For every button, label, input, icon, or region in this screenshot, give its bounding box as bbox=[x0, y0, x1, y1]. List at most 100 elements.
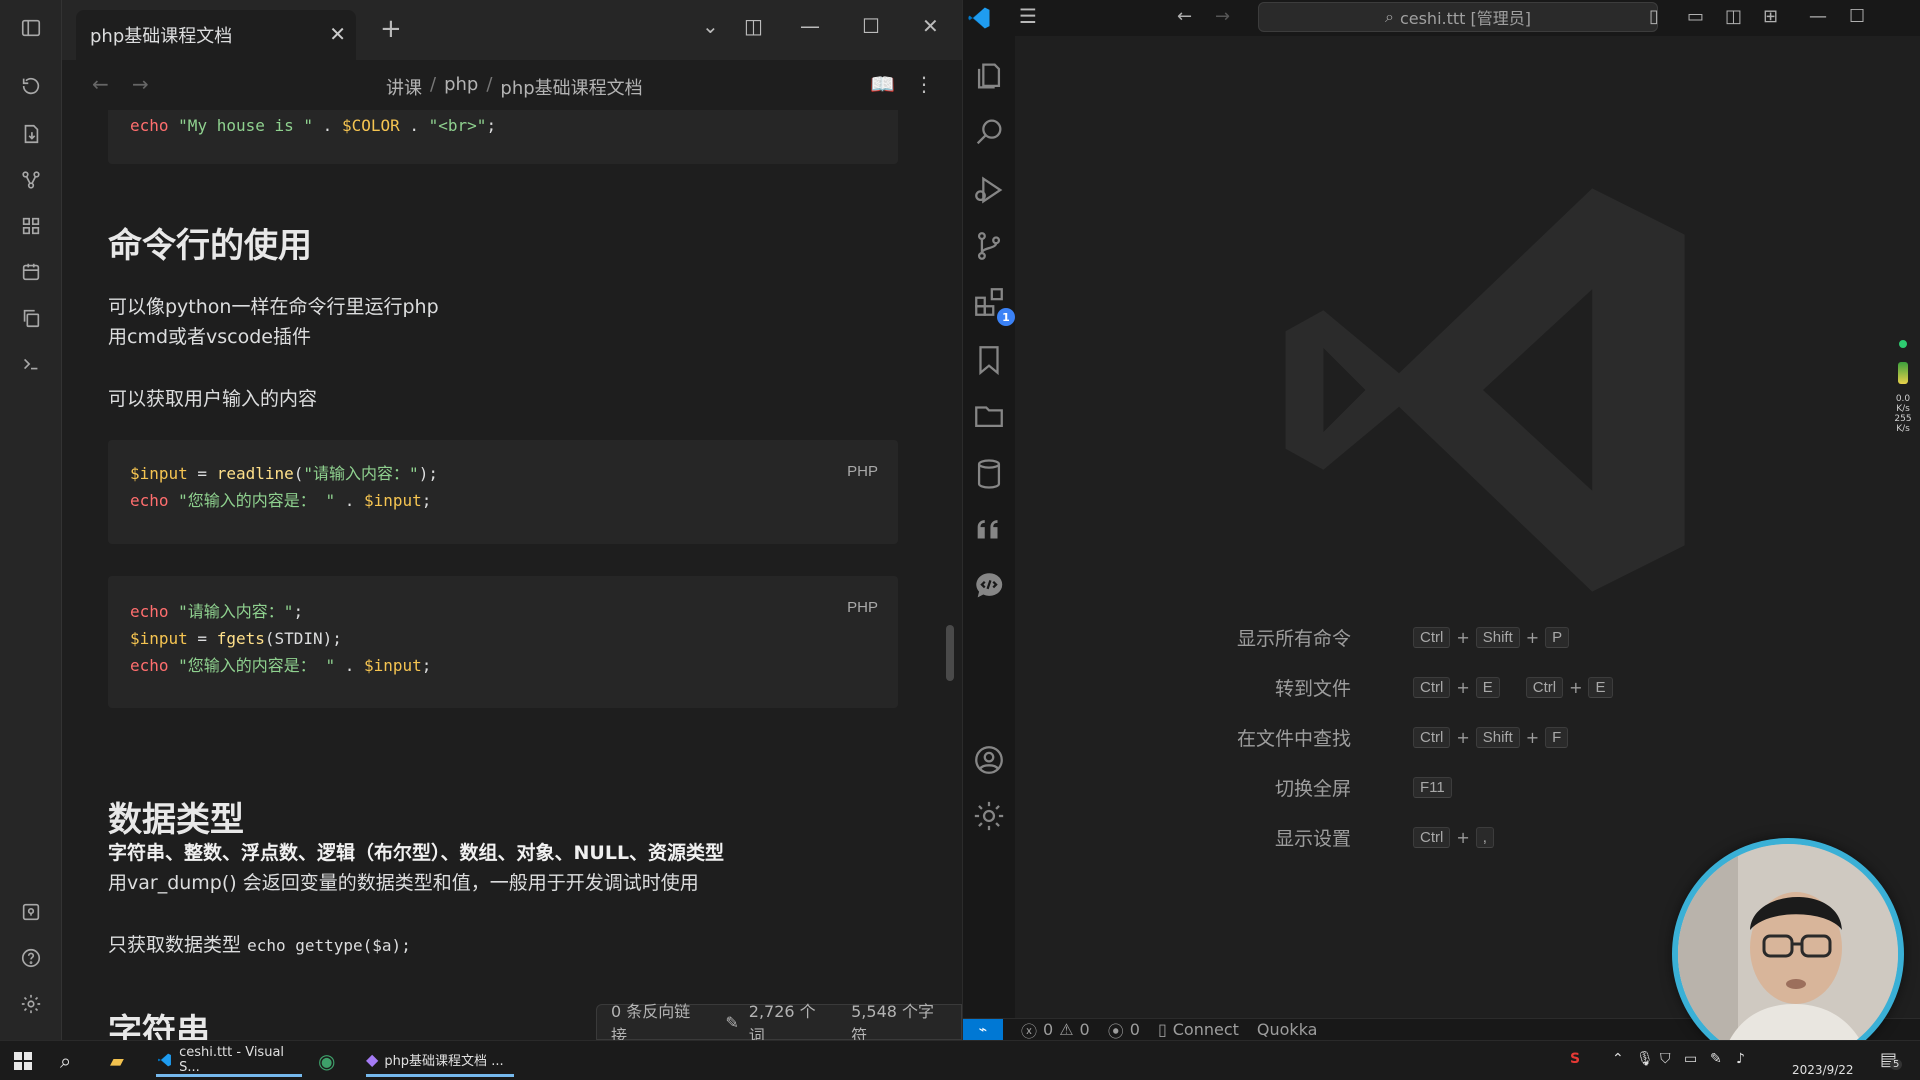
network-icon[interactable]: ▭ bbox=[1684, 1051, 1697, 1067]
quote-icon[interactable] bbox=[971, 510, 1007, 550]
input-method-icon[interactable]: S bbox=[1570, 1051, 1580, 1067]
command-center-search[interactable]: ⌕ ceshi.ttt [管理员] bbox=[1258, 2, 1658, 32]
edit-icon[interactable]: ✎ bbox=[725, 1013, 738, 1032]
source-control-icon[interactable] bbox=[971, 226, 1007, 266]
broadcast-icon: ⦿ bbox=[1107, 1021, 1124, 1041]
ports-indicator[interactable]: ⦿ 0 bbox=[1108, 1018, 1140, 1042]
shortcut-keys: Ctrl + Shift + F bbox=[1413, 726, 1569, 748]
microphone-icon[interactable]: 🎙 bbox=[1636, 1051, 1654, 1067]
chevron-down-icon[interactable]: ⌄ bbox=[702, 14, 719, 38]
code-operator: ); bbox=[418, 464, 438, 483]
backlinks-count[interactable]: 0 条反向链接 bbox=[611, 998, 703, 1046]
vault-icon[interactable] bbox=[17, 898, 45, 926]
search-icon[interactable] bbox=[971, 112, 1007, 152]
search-icon[interactable]: ⌕ bbox=[60, 1045, 71, 1077]
back-arrow-icon[interactable]: ← bbox=[92, 72, 109, 96]
minimize-icon[interactable]: — bbox=[800, 14, 820, 38]
breadcrumb-item[interactable]: php基础课程文档 bbox=[500, 74, 642, 100]
start-button[interactable] bbox=[14, 1045, 32, 1077]
toggle-panel-icon[interactable]: ▭ bbox=[1687, 6, 1704, 27]
folder-icon[interactable] bbox=[971, 396, 1007, 436]
explorer-icon[interactable] bbox=[971, 56, 1007, 96]
tab-php-doc[interactable]: php基础课程文档 ✕ bbox=[76, 10, 356, 60]
new-tab-icon[interactable]: + bbox=[380, 14, 402, 44]
history-icon[interactable] bbox=[17, 72, 45, 100]
customize-layout-icon[interactable]: ⊞ bbox=[1763, 6, 1778, 27]
breadcrumb-item[interactable]: php bbox=[444, 74, 478, 100]
breadcrumb-item[interactable]: 讲课 bbox=[386, 74, 422, 100]
copy-icon[interactable] bbox=[17, 304, 45, 332]
quokka-item[interactable]: Quokka bbox=[1257, 1020, 1318, 1039]
shortcut-row[interactable]: 转到文件 Ctrl + E Ctrl + E bbox=[1163, 672, 1763, 702]
code-operator: . bbox=[335, 656, 364, 675]
taskbar-vscode[interactable]: ceshi.ttt - Visual S... bbox=[156, 1045, 302, 1077]
code-operator: ; bbox=[293, 602, 304, 621]
graph-icon[interactable] bbox=[17, 166, 45, 194]
toggle-primary-sidebar-icon[interactable]: ▯ bbox=[1649, 6, 1659, 27]
grid-icon[interactable] bbox=[17, 212, 45, 240]
scrollbar-thumb[interactable] bbox=[946, 625, 954, 681]
heading-string: 字符串 bbox=[108, 1012, 210, 1040]
code-variable: $input bbox=[363, 491, 422, 510]
volume-icon[interactable]: ♪ bbox=[1736, 1051, 1745, 1067]
key-cap: F11 bbox=[1413, 776, 1452, 798]
shortcut-row[interactable]: 切换全屏 F11 bbox=[1163, 772, 1763, 802]
forward-arrow-icon[interactable]: → bbox=[1215, 6, 1230, 27]
breadcrumb-separator: / bbox=[486, 74, 493, 95]
code-string: "<br>" bbox=[428, 116, 487, 135]
notification-center-icon[interactable]: ▤ 5 bbox=[1880, 1049, 1903, 1070]
code-keyword: echo bbox=[130, 116, 169, 135]
shortcut-row[interactable]: 显示所有命令 Ctrl + Shift + P bbox=[1163, 622, 1763, 652]
note-content[interactable]: echo "My house is " . $COLOR . "<br>"; 命… bbox=[62, 110, 962, 1040]
minimize-icon[interactable]: — bbox=[1809, 6, 1827, 27]
maximize-icon[interactable]: ☐ bbox=[862, 14, 880, 38]
close-icon[interactable]: ✕ bbox=[329, 22, 346, 46]
back-arrow-icon[interactable]: ← bbox=[1177, 6, 1192, 27]
calendar-icon[interactable] bbox=[17, 258, 45, 286]
shortcut-row[interactable]: 在文件中查找 Ctrl + Shift + F bbox=[1163, 722, 1763, 752]
terminal-icon[interactable] bbox=[17, 350, 45, 378]
run-debug-icon[interactable] bbox=[971, 170, 1007, 210]
file-import-icon[interactable] bbox=[17, 120, 45, 148]
forward-arrow-icon[interactable]: → bbox=[132, 72, 149, 96]
manage-gear-icon[interactable] bbox=[971, 796, 1007, 836]
key-plus: + bbox=[1456, 827, 1470, 847]
split-view-icon[interactable]: ◫ bbox=[744, 14, 763, 38]
reading-view-icon[interactable]: 📖 bbox=[870, 72, 895, 96]
inline-code: echo gettype($a); bbox=[247, 936, 411, 955]
extensions-icon[interactable]: 1 bbox=[971, 282, 1015, 326]
code-chat-icon[interactable] bbox=[971, 566, 1007, 606]
shield-icon[interactable]: ⛉ bbox=[1660, 1051, 1671, 1067]
error-count: 0 bbox=[1043, 1020, 1054, 1039]
toggle-secondary-sidebar-icon[interactable]: ◫ bbox=[1725, 6, 1742, 27]
code-operator: ; bbox=[421, 656, 432, 675]
pen-icon[interactable]: ✎ bbox=[1710, 1051, 1722, 1067]
settings-icon[interactable] bbox=[17, 990, 45, 1018]
help-icon[interactable] bbox=[17, 944, 45, 972]
vscode-logo-icon bbox=[968, 7, 990, 29]
chevron-up-icon[interactable]: ⌃ bbox=[1612, 1051, 1624, 1067]
shortcut-row[interactable]: 显示设置 Ctrl + , bbox=[1163, 822, 1763, 852]
file-explorer-icon[interactable]: ▰ bbox=[110, 1045, 124, 1077]
code-string: "请输入内容：" bbox=[303, 464, 419, 483]
taskbar-obsidian[interactable]: ◆ php基础课程文档 ... bbox=[366, 1045, 514, 1077]
remote-icon[interactable]: ⌁ bbox=[963, 1018, 1003, 1041]
menu-icon[interactable]: ☰ bbox=[1019, 4, 1037, 28]
obsidian-nav: ← → 讲课 / php / php基础课程文档 📖 ⋮ bbox=[62, 60, 962, 110]
connect-item[interactable]: ▯ Connect bbox=[1158, 1020, 1239, 1039]
obsidian-ribbon bbox=[0, 0, 62, 1040]
account-icon[interactable] bbox=[971, 740, 1007, 780]
edge-browser-icon[interactable]: ◉ bbox=[318, 1045, 335, 1077]
bookmark-icon[interactable] bbox=[971, 340, 1007, 380]
database-icon[interactable] bbox=[971, 454, 1007, 494]
window-close-icon[interactable]: ✕ bbox=[922, 14, 939, 38]
key-cap: F bbox=[1545, 726, 1569, 748]
date-label[interactable]: 2023/9/22 bbox=[1792, 1063, 1854, 1077]
shortcut-label: 显示设置 bbox=[1274, 827, 1351, 850]
more-options-icon[interactable]: ⋮ bbox=[914, 72, 934, 96]
key-cap: P bbox=[1545, 626, 1570, 648]
problems-indicator[interactable]: ⓧ 0 ⚠ 0 bbox=[1021, 1018, 1090, 1042]
sidebar-toggle-icon[interactable] bbox=[17, 14, 45, 42]
maximize-icon[interactable]: ☐ bbox=[1849, 6, 1865, 27]
code-string: "My house is " bbox=[178, 116, 314, 135]
